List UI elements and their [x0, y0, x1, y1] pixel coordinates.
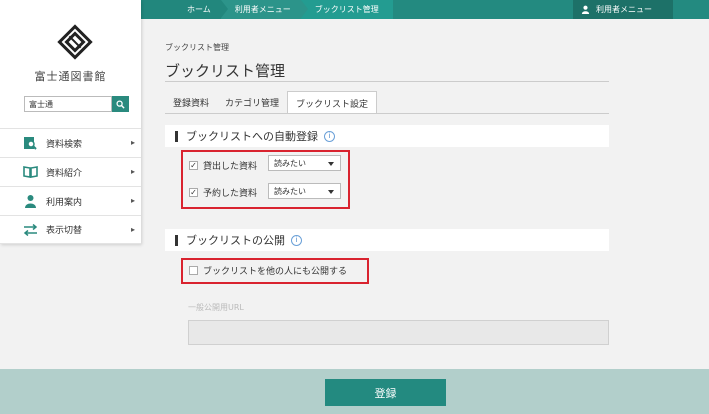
public-url-label: 一般公開用URL: [188, 303, 244, 312]
info-icon[interactable]: i: [291, 234, 302, 246]
publish-checkbox-label: ブックリストを他の人にも公開する: [203, 267, 348, 277]
sidebar-item-label: 資料紹介: [46, 168, 83, 179]
publish-heading-text: ブックリストの公開: [186, 234, 285, 247]
chevron-right-icon: ▸: [130, 196, 135, 205]
search-icon: [116, 99, 125, 109]
breadcrumb-arrow: [220, 0, 228, 18]
library-logo-icon: [57, 24, 93, 60]
sidebar-item-label: 表示切替: [46, 226, 83, 236]
auto-register-row-reserve: ✓ 予約した資料: [189, 186, 257, 199]
breadcrumb-arrow: [300, 0, 308, 18]
sidebar-nav: 資料検索 ▸ 資料紹介 ▸ 利用案内 ▸ 表示切替 ▸: [0, 128, 141, 244]
book-search-icon: [22, 136, 38, 150]
title-divider: [165, 81, 609, 82]
user-menu-button[interactable]: 利用者メニュー: [573, 0, 673, 19]
search-input[interactable]: 富士通: [24, 96, 112, 112]
reserve-label: 予約した資料: [203, 189, 258, 199]
loan-label: 貸出した資料: [203, 162, 258, 172]
reserve-category-select[interactable]: 読みたい: [268, 183, 341, 199]
reserve-category-value: 読みたい: [274, 187, 306, 196]
publish-checkbox[interactable]: [189, 266, 198, 275]
sidebar-item-label: 資料検索: [46, 139, 83, 150]
page-title: ブックリスト管理: [165, 62, 286, 80]
chevron-right-icon: ▸: [130, 225, 135, 234]
loan-category-value: 読みたい: [274, 159, 306, 168]
auto-register-row-loan: ✓ 貸出した資料: [189, 159, 257, 172]
sidebar-item-label: 利用案内: [46, 197, 83, 208]
library-name: 富士通図書館: [34, 70, 107, 83]
breadcrumb-current-label: ブックリスト管理: [314, 5, 379, 14]
tab-divider: [165, 113, 609, 114]
chevron-down-icon: [328, 190, 334, 194]
loan-category-select[interactable]: 読みたい: [268, 155, 341, 171]
tab-registered-items[interactable]: 登録資料: [165, 91, 217, 114]
tab-category-management[interactable]: カテゴリ管理: [217, 91, 287, 114]
search-button[interactable]: [112, 96, 129, 112]
switch-arrows-icon: [22, 223, 38, 237]
publish-heading: ブックリストの公開 i: [165, 229, 609, 251]
breadcrumb-home-label: ホーム: [187, 5, 211, 14]
user-menu-label: 利用者メニュー: [596, 5, 652, 14]
tab-bar: 登録資料 カテゴリ管理 ブックリスト設定: [165, 91, 378, 114]
chevron-right-icon: ▸: [130, 138, 135, 147]
loan-checkbox[interactable]: ✓: [189, 161, 198, 170]
breadcrumb-user-menu[interactable]: 利用者メニュー: [220, 0, 308, 19]
auto-register-heading-text: ブックリストへの自動登録: [186, 130, 318, 143]
public-url-field: [188, 320, 609, 345]
sidebar-item-guide[interactable]: 利用案内 ▸: [0, 186, 141, 215]
sidebar: 富士通図書館 富士通 資料検索 ▸ 資料紹介 ▸ 利用案内 ▸ 表示切替 ▸: [0, 0, 141, 244]
heading-bar: [175, 234, 178, 246]
tab-booklist-settings[interactable]: ブックリスト設定: [287, 91, 378, 114]
info-icon[interactable]: i: [324, 130, 335, 142]
user-icon: [581, 5, 590, 14]
sidebar-item-search[interactable]: 資料検索 ▸: [0, 128, 141, 157]
breadcrumb-current: ブックリスト管理: [300, 0, 393, 19]
heading-bar: [175, 130, 178, 142]
chevron-down-icon: [328, 162, 334, 166]
auto-register-heading: ブックリストへの自動登録 i: [165, 125, 609, 147]
register-button[interactable]: 登録: [325, 379, 446, 406]
breadcrumb-home[interactable]: ホーム: [141, 0, 228, 19]
open-book-icon: [22, 165, 38, 179]
reserve-checkbox[interactable]: ✓: [189, 188, 198, 197]
publish-row: ブックリストを他の人にも公開する: [189, 264, 347, 277]
breadcrumb-user-menu-label: 利用者メニュー: [234, 5, 291, 14]
page-breadcrumb: ブックリスト管理: [165, 43, 229, 52]
chevron-right-icon: ▸: [130, 167, 135, 176]
breadcrumb: ホーム 利用者メニュー ブックリスト管理: [141, 0, 393, 19]
sidebar-item-introduction[interactable]: 資料紹介 ▸: [0, 157, 141, 186]
sidebar-item-display-toggle[interactable]: 表示切替 ▸: [0, 215, 141, 244]
person-icon: [22, 194, 38, 208]
